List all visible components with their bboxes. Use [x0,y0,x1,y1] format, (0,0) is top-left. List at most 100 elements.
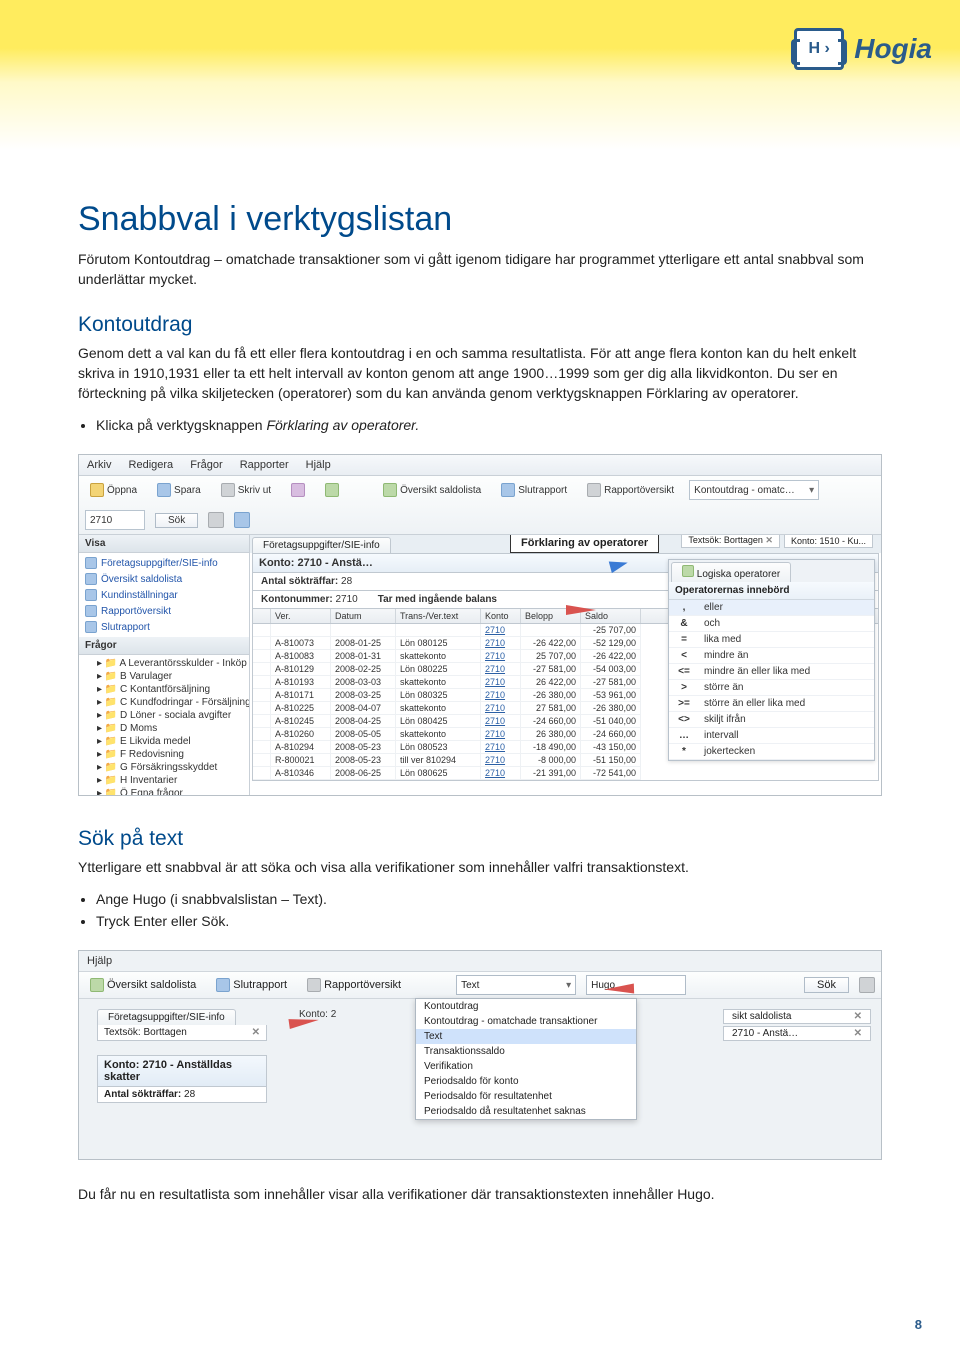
dropdown-item[interactable]: Periodsaldo för konto [416,1074,636,1089]
bullet-ange-hugo: Ange Hugo (i snabbvalslistan – Text). [96,888,882,910]
menu-rapporter[interactable]: Rapporter [240,459,289,471]
dropdown-item[interactable]: Periodsaldo för resultatenhet [416,1089,636,1104]
ss2-mid-label: Konto: 2 [299,1009,559,1020]
table-row[interactable]: A-8103462008-06-25Lön 0806252710-21 391,… [253,767,878,780]
menu-hjalp[interactable]: Hjälp [306,459,331,471]
report-icon [216,978,230,992]
main-panel: Textsök: Borttagen ✕ Konto: 1510 - Ku...… [250,535,881,795]
rapportoversikt-button[interactable]: Rapportöversikt [582,481,679,499]
doc-icon [85,589,97,601]
bullet-tryck-enter: Tryck Enter eller Sök. [96,910,882,932]
tool-help-icon[interactable] [320,481,344,499]
printer-icon [221,483,235,497]
tool-f-icon[interactable] [286,481,310,499]
letter-f-icon [291,483,305,497]
bullet-klicka: Klicka på verktygsknappen Förklaring av … [96,414,882,436]
page-title: Snabbval i verktygslistan [78,200,882,239]
disk-icon [157,483,171,497]
tree-item[interactable]: ▸ 📁 D Moms [79,722,249,735]
app-menubar: Arkiv Redigera Frågor Rapporter Hjälp [79,455,881,476]
tree-item[interactable]: ▸ 📁 F Redovisning [79,748,249,761]
tree-item[interactable]: ▸ 📁 A Leverantörsskulder - Inköp [79,657,249,670]
sidebar-item[interactable]: Översikt saldolista [79,571,249,587]
list-icon [90,978,104,992]
tree-item[interactable]: ▸ 📁 E Likvida medel [79,735,249,748]
intro-paragraph: Förutom Kontoutdrag – omatchade transakt… [78,249,882,290]
menu-fragor[interactable]: Frågor [190,459,222,471]
ss2-right-pill-1[interactable]: sikt saldolista✕ [723,1009,871,1024]
operators-head: Operatorernas innebörd [669,582,874,600]
sidebar-item[interactable]: Företagsuppgifter/SIE-info [79,555,249,571]
screenshot-kontoutdrag: Arkiv Redigera Frågor Rapporter Hjälp Öp… [78,454,882,796]
ss2-left-tab[interactable]: Företagsuppgifter/SIE-info [97,1009,236,1025]
doc-icon [85,557,97,569]
ss2-antal-line: Antal sökträffar: 28 [97,1087,267,1103]
sidebar-item[interactable]: Kundinställningar [79,587,249,603]
overview-icon [307,978,321,992]
report-icon [501,483,515,497]
logic-icon [682,565,694,577]
sidebar-item[interactable]: Slutrapport [79,619,249,635]
logo-mark-icon: H › [794,28,844,70]
strip-konto[interactable]: Konto: 1510 - Ku... [784,535,873,548]
ss2-rapportoversikt-button[interactable]: Rapportöversikt [302,976,406,994]
open-button[interactable]: Öppna [85,481,142,499]
dropdown-item[interactable]: Periodsaldo då resultatenhet saknas [416,1104,636,1119]
snabbval-combo[interactable]: Kontoutdrag - omatc…▾ [689,480,819,500]
menu-redigera[interactable]: Redigera [129,459,174,471]
help-icon [325,483,339,497]
ss2-menubar: Hjälp [79,951,881,971]
red-arrow-right-icon [604,984,634,995]
operators-grid: ,eller&och=lika med<mindre än<=mindre än… [669,600,874,760]
sidebar-visa-list: Företagsuppgifter/SIE-infoÖversikt saldo… [79,553,249,637]
ss2-sok-button[interactable]: Sök [804,977,849,993]
operators-tab[interactable]: Logiska operatorer [671,562,791,582]
oversikt-button[interactable]: Översikt saldolista [378,481,486,499]
list-icon [383,483,397,497]
section-para-sok: Ytterligare ett snabbval är att söka och… [78,857,882,877]
save-button[interactable]: Spara [152,481,206,499]
ss2-slutrapport-button[interactable]: Slutrapport [211,976,292,994]
section-heading-sok: Sök på text [78,826,882,851]
doc-icon [85,573,97,585]
ss2-right-pill-2[interactable]: 2710 - Anstä…✕ [723,1026,871,1041]
ss2-textsok-line[interactable]: Textsök: Borttagen✕ [97,1025,267,1041]
konto-input[interactable]: 2710 [85,510,145,530]
tree-item[interactable]: ▸ 📁 C Kontantförsäljning [79,683,249,696]
tree-item[interactable]: ▸ 📁 Ö Egna frågor [79,787,249,795]
tree-item[interactable]: ▸ 📁 D Löner - sociala avgifter [79,709,249,722]
closing-paragraph: Du får nu en resultatlista som innehålle… [78,1184,882,1204]
sidebar-tree: ▸ 📁 A Leverantörsskulder - Inköp▸ 📁 B Va… [79,655,249,795]
print-button[interactable]: Skriv ut [216,481,276,499]
strip-textsok[interactable]: Textsök: Borttagen ✕ [681,535,780,548]
header-banner [0,0,960,150]
ss2-search-input[interactable]: Hugo [586,975,686,995]
tree-item[interactable]: ▸ 📁 B Varulager [79,670,249,683]
tree-item[interactable]: ▸ 📁 H Inventarier [79,774,249,787]
page-number: 8 [915,1317,922,1332]
ss2-toolbar: Översikt saldolista Slutrapport Rapportö… [79,971,881,999]
ss2-helper-icon[interactable] [859,977,875,993]
overview-icon [587,483,601,497]
plus-icon[interactable] [234,512,250,528]
menu-arkiv[interactable]: Arkiv [87,459,111,471]
main-tab[interactable]: Företagsuppgifter/SIE-info [252,537,391,553]
ss2-snabbval-combo[interactable]: Text▾ [456,975,576,995]
operators-panel: Logiska operatorer Operatorernas innebör… [668,559,875,761]
ss2-left-column: Företagsuppgifter/SIE-info Textsök: Bort… [97,1009,267,1103]
tree-item[interactable]: ▸ 📁 G Försäkringsskyddet [79,761,249,774]
sok-button[interactable]: Sök [155,513,198,528]
folder-icon [90,483,104,497]
slutrapport-button[interactable]: Slutrapport [496,481,572,499]
ss2-oversikt-button[interactable]: Översikt saldolista [85,976,201,994]
sidebar-item[interactable]: Rapportöversikt [79,603,249,619]
sidebar-heading-visa: Visa [79,535,249,553]
screenshot-sok-text: Hjälp Översikt saldolista Slutrapport Ra… [78,950,882,1160]
red-arrow-icon [566,605,596,615]
operators-callout: Förklaring av operatorer [510,535,659,553]
tree-item[interactable]: ▸ 📁 C Kundfodringar - Försäljning [79,696,249,709]
operators-help-icon[interactable] [208,512,224,528]
ss2-konto-head: Konto: 2710 - Anställdas skatter [97,1055,267,1087]
sidebar: Visa Företagsuppgifter/SIE-infoÖversikt … [79,535,250,795]
ss2-mid-column: Konto: 2 [299,1009,559,1064]
